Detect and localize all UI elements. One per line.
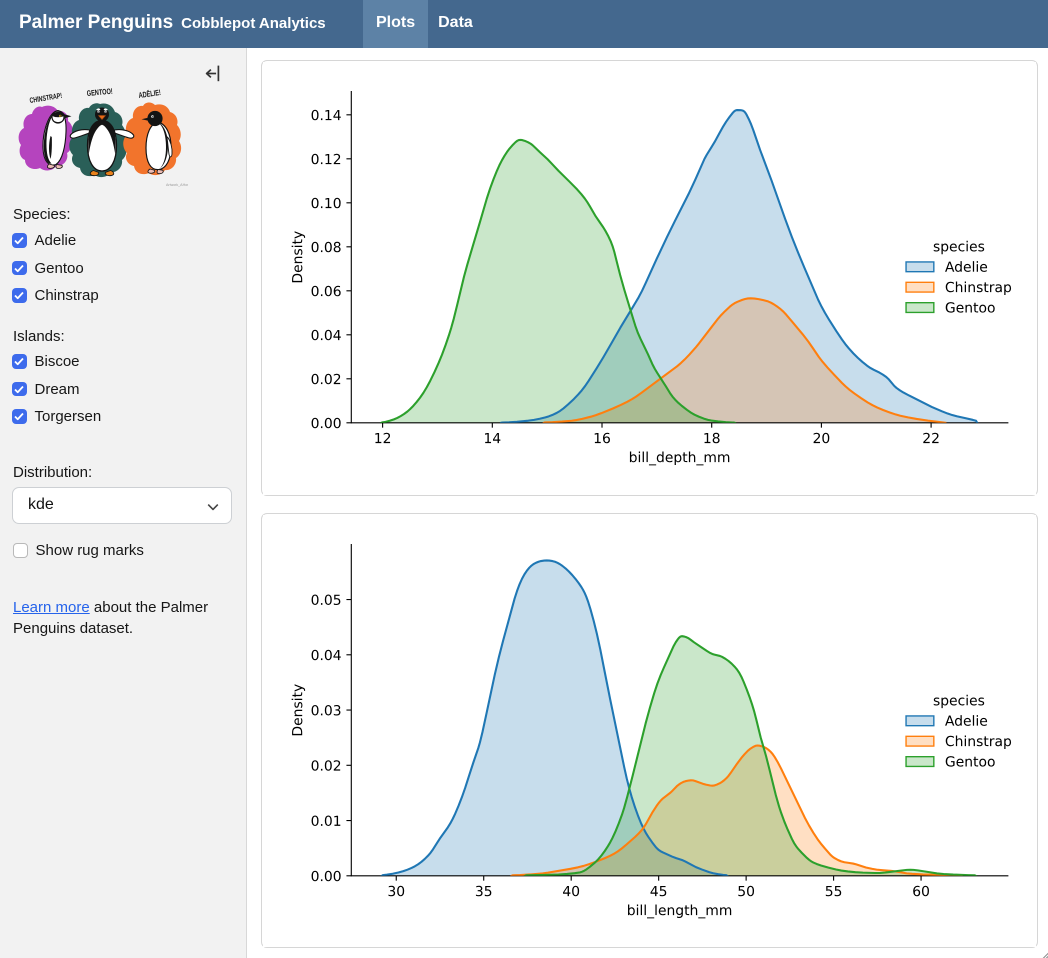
svg-text:ADĒLIE!: ADĒLIE! xyxy=(138,88,161,100)
svg-text:CHINSTRAP!: CHINSTRAP! xyxy=(29,92,63,105)
svg-text:GENTOO!: GENTOO! xyxy=(86,88,113,98)
svg-text:Artwork_AHorst: Artwork_AHorst xyxy=(166,183,188,187)
